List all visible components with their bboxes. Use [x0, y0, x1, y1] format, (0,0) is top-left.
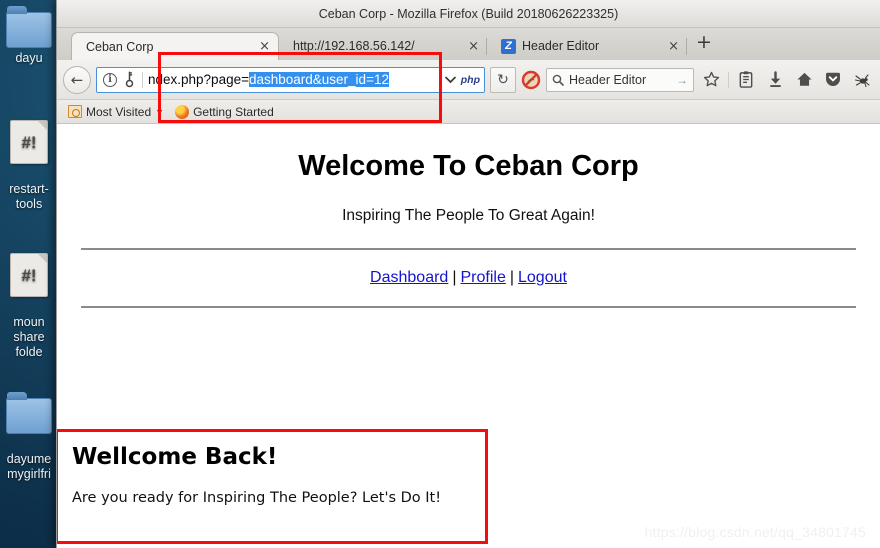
most-visited-icon	[68, 105, 82, 118]
url-text[interactable]: ndex.php?page=dashboard&user_id=12	[148, 72, 440, 87]
page-tagline: Inspiring The People To Great Again!	[342, 207, 595, 224]
url-prefix: ndex.php?page=	[148, 72, 249, 87]
toolbar-divider	[728, 71, 729, 88]
navigation-toolbar: ← i ndex.php?page=dashboard&user_id=12 p…	[57, 60, 880, 100]
url-divider	[142, 71, 143, 88]
tab-label: http://192.168.56.142/	[293, 39, 415, 53]
firefox-icon	[175, 104, 190, 119]
search-icon	[552, 74, 564, 86]
tab-close-icon[interactable]: ×	[259, 39, 270, 54]
back-arrow-icon: ←	[70, 70, 84, 89]
search-go-icon[interactable]: →	[676, 73, 688, 87]
welcome-back-panel: Wellcome Back! Are you ready for Inspiri…	[57, 429, 488, 544]
window-title: Ceban Corp - Mozilla Firefox (Build 2018…	[318, 6, 619, 21]
welcome-message: Are you ready for Inspiring The People? …	[72, 490, 442, 506]
script-file-icon: #!	[10, 120, 48, 164]
url-bar[interactable]: i ndex.php?page=dashboard&user_id=12 php	[96, 66, 485, 93]
divider-top	[81, 248, 856, 250]
bookmark-getting-started[interactable]: Getting Started	[172, 104, 277, 119]
header-editor-favicon-icon: Z	[501, 38, 516, 54]
folder-icon	[6, 6, 52, 48]
window-titlebar: Ceban Corp - Mozilla Firefox (Build 2018…	[57, 0, 880, 28]
search-input[interactable]: Header Editor	[569, 73, 646, 87]
identity-box[interactable]: i	[103, 71, 143, 88]
url-selected-text: dashboard&user_id=12	[248, 72, 389, 87]
nav-link-profile[interactable]: Profile	[460, 269, 505, 286]
nav-link-dashboard[interactable]: Dashboard	[370, 269, 448, 286]
bookmark-label: Most Visited	[86, 104, 152, 119]
site-nav: Dashboard | Profile | Logout	[81, 269, 856, 287]
nav-separator: |	[452, 269, 457, 286]
firefox-window: Ceban Corp - Mozilla Firefox (Build 2018…	[56, 0, 880, 548]
page-title: Welcome To Ceban Corp	[298, 150, 639, 182]
back-button[interactable]: ←	[63, 65, 91, 94]
bookmark-star-icon[interactable]	[699, 67, 723, 93]
home-icon[interactable]	[792, 67, 816, 93]
divider-bottom	[81, 306, 856, 308]
watermark: https://blog.csdn.net/qq_34801745	[644, 524, 866, 540]
folder-icon	[6, 392, 52, 434]
bookmark-label: Getting Started	[193, 104, 274, 119]
tab-192-168-56-142[interactable]: http://192.168.56.142/ ×	[279, 32, 487, 60]
desktop-icon-label: dayume mygirlfri	[6, 452, 52, 481]
tab-ceban-corp[interactable]: Ceban Corp ×	[71, 32, 279, 60]
desktop-icon-label: moun share folde	[13, 315, 45, 359]
blocked-popup-icon[interactable]	[521, 70, 541, 90]
desktop-icon-label: restart- tools	[9, 182, 49, 211]
chevron-down-icon: ▼	[155, 106, 165, 117]
nav-link-logout[interactable]: Logout	[518, 269, 567, 286]
tab-strip: Ceban Corp × http://192.168.56.142/ × Z …	[57, 28, 880, 60]
desktop-icon-label: dayu	[15, 51, 43, 65]
nav-separator: |	[509, 269, 514, 286]
search-box[interactable]: Header Editor →	[546, 67, 694, 92]
site-info-icon: i	[103, 72, 117, 87]
bookmark-most-visited[interactable]: Most Visited ▼	[65, 105, 167, 119]
library-icon[interactable]	[734, 67, 758, 93]
new-tab-button[interactable]: +	[687, 33, 721, 55]
extension-spider-icon[interactable]	[850, 67, 874, 93]
chevron-down-icon[interactable]	[444, 76, 456, 84]
tab-close-icon[interactable]: ×	[468, 39, 479, 54]
downloads-icon[interactable]	[763, 67, 787, 93]
page-content: Welcome To Ceban Corp Inspiring The Peop…	[57, 124, 880, 548]
tab-label: Ceban Corp	[86, 39, 154, 54]
reload-icon: ↻	[497, 71, 509, 88]
login-key-icon	[125, 71, 134, 88]
tab-close-icon[interactable]: ×	[668, 39, 679, 54]
php-filetype-tag: php	[460, 73, 480, 86]
bookmarks-toolbar: Most Visited ▼ Getting Started	[57, 100, 880, 124]
pocket-icon[interactable]	[821, 67, 845, 93]
welcome-title: Wellcome Back!	[72, 444, 278, 470]
tab-label: Header Editor	[522, 39, 600, 53]
tab-header-editor[interactable]: Z Header Editor ×	[487, 32, 687, 60]
script-file-icon: #!	[10, 253, 48, 297]
reload-button[interactable]: ↻	[490, 66, 516, 93]
